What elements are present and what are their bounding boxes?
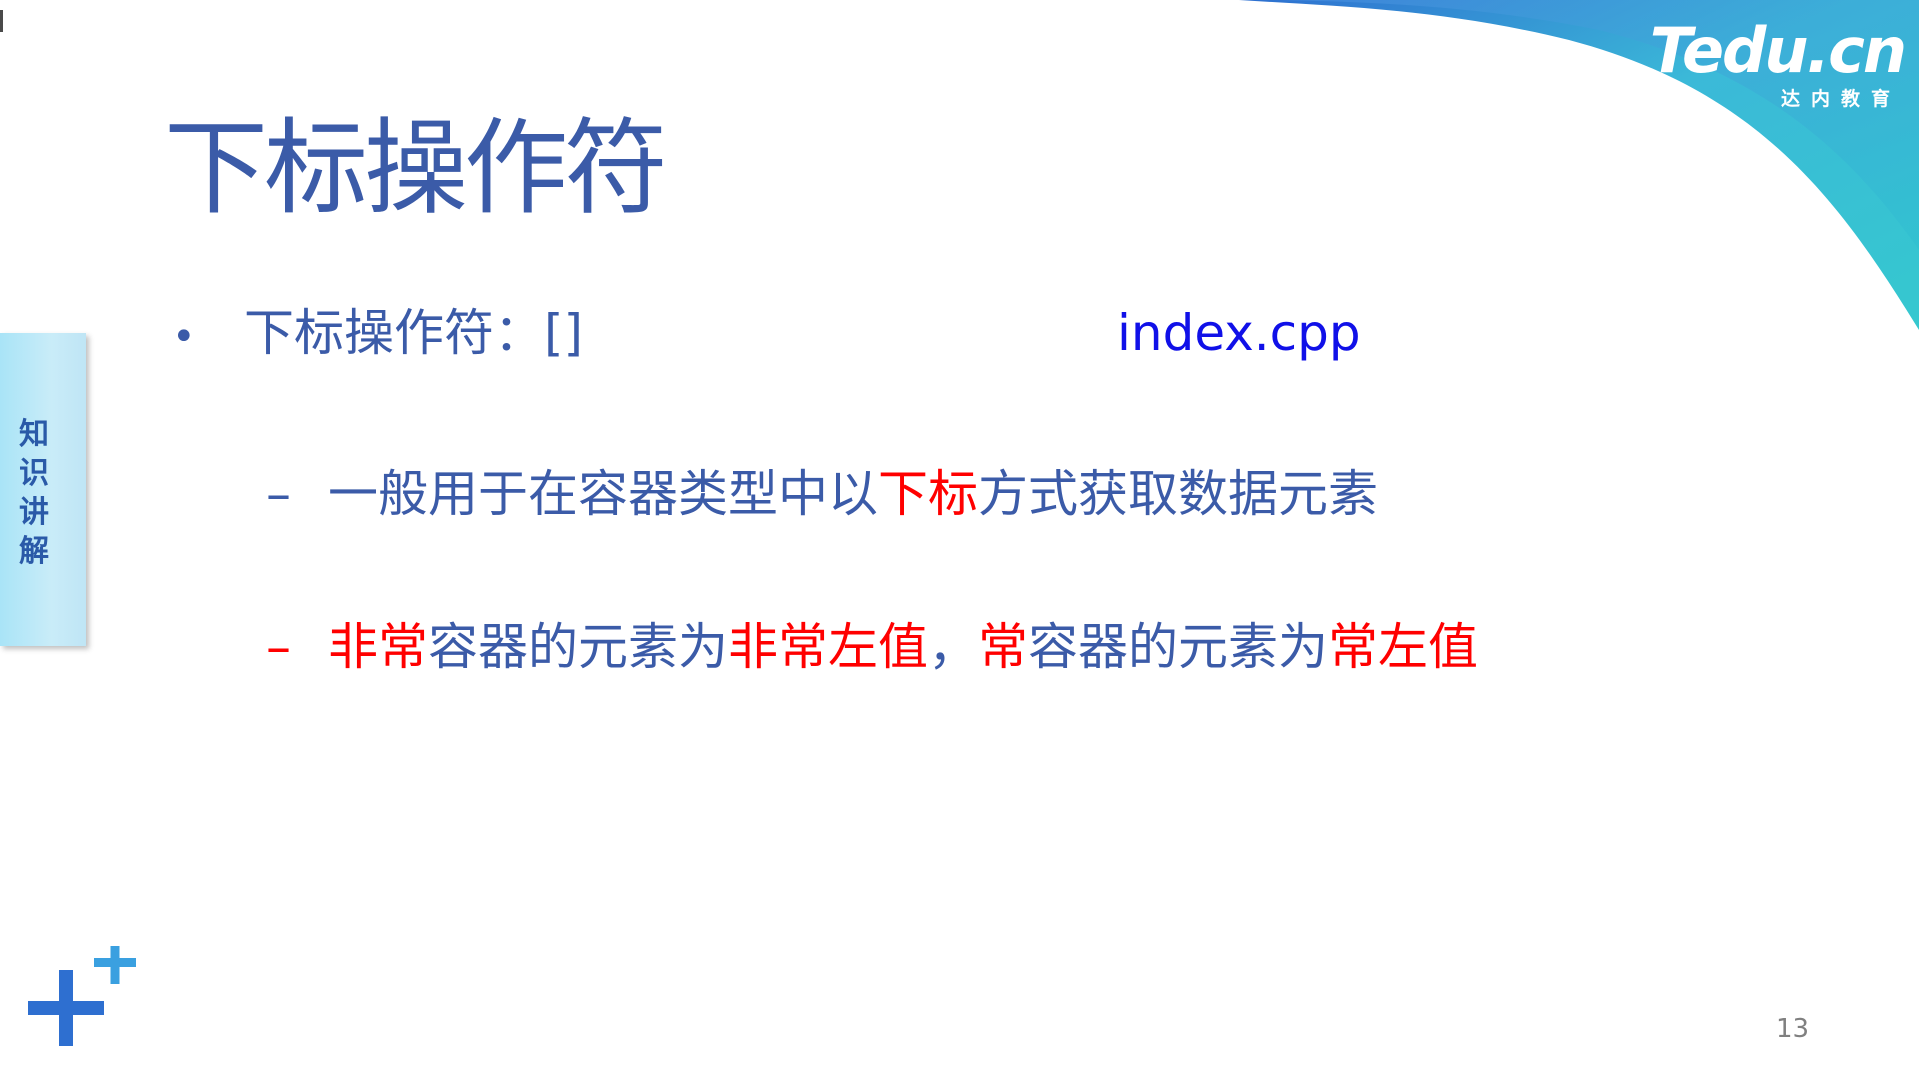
sub-bullet-marker: – <box>266 618 291 676</box>
bullet-marker: • <box>172 314 196 360</box>
section-side-tab: 知 识 讲 解 <box>0 333 86 646</box>
sub-bullet-segment: 容器的元素为 <box>1028 618 1328 676</box>
corner-mark <box>0 10 3 32</box>
sub-bullet-1: – 一般用于在容器类型中以下标方式获取数据元素 <box>266 463 1378 525</box>
sub-bullet-segment-highlight: 下标 <box>878 465 978 523</box>
sub-bullet-segment-highlight: 常左值 <box>1328 618 1478 676</box>
sub-bullet-2: – 非常容器的元素为非常左值，常容器的元素为常左值 <box>266 616 1478 678</box>
sub-bullet-segment-highlight: 常 <box>978 618 1028 676</box>
slide: Tedu.cn 达内教育 下标操作符 知 识 讲 解 • 下标操作符：[] ind… <box>0 0 1919 1079</box>
sub-bullet-marker: – <box>266 465 291 523</box>
side-tab-label: 知 识 讲 解 <box>19 417 49 569</box>
slide-title: 下标操作符 <box>164 107 668 229</box>
logo-main-text: Tedu.cn <box>1649 14 1907 87</box>
sub-bullet-segment: ， <box>928 618 978 676</box>
plus-icon <box>28 946 136 1046</box>
main-bullet: • 下标操作符：[] <box>172 302 583 368</box>
tedu-logo: Tedu.cn 达内教育 <box>1645 14 1907 111</box>
sub-bullet-segment: 容器的元素为 <box>428 618 728 676</box>
sub-bullet-segment: 一般用于在容器类型中以 <box>328 465 878 523</box>
sub-bullet-segment: 方式获取数据元素 <box>978 465 1378 523</box>
filename-label: index.cpp <box>1117 304 1361 362</box>
sub-bullet-segment-highlight: 非常 <box>328 618 428 676</box>
bullet-text: 下标操作符：[] <box>244 304 584 362</box>
page-number: 13 <box>1776 1014 1810 1044</box>
logo-sub-text: 达内教育 <box>1780 88 1901 110</box>
sub-bullet-segment-highlight: 非常左值 <box>728 618 928 676</box>
